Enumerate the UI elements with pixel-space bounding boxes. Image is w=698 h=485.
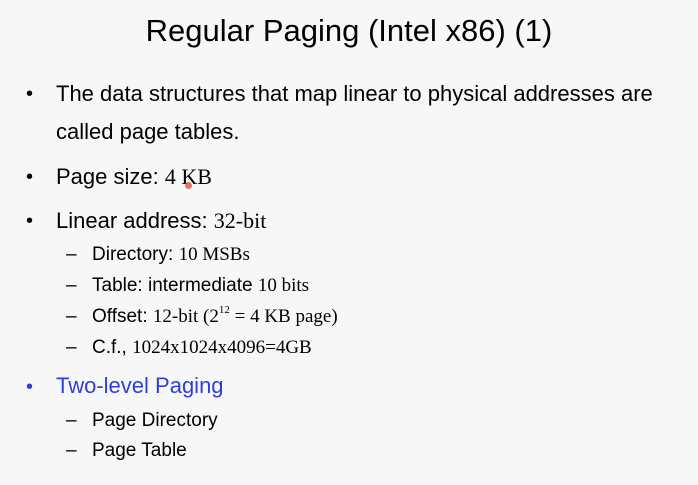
bullet-text: The data structures that map linear to p… bbox=[56, 81, 653, 106]
cursor-pointer bbox=[185, 182, 192, 189]
bullet-label: Page size: bbox=[56, 164, 165, 189]
sub-bullet-label: Offset: bbox=[92, 306, 153, 327]
sub-bullet-value: 1024x1024x4096=4GB bbox=[132, 337, 312, 358]
sub-bullet-cf: C.f., 1024x1024x4096=4GB bbox=[92, 337, 312, 359]
slide: Regular Paging (Intel x86) (1) • The dat… bbox=[0, 0, 698, 485]
sub-bullet-value-post: = 4 KB page) bbox=[229, 306, 338, 327]
bullet-icon: • bbox=[26, 166, 34, 188]
bullet-icon: • bbox=[26, 376, 34, 398]
dash-icon: – bbox=[66, 306, 77, 327]
sub-bullet-value-pre: 12-bit (2 bbox=[152, 306, 219, 327]
dash-icon: – bbox=[66, 244, 77, 265]
sub-bullet-label: Table: intermediate bbox=[92, 275, 258, 296]
sub-bullet-exponent: 12 bbox=[218, 303, 230, 316]
slide-title: Regular Paging (Intel x86) (1) bbox=[145, 13, 553, 48]
sub-bullet-directory: Directory: 10 MSBs bbox=[92, 244, 250, 266]
dash-icon: – bbox=[66, 440, 77, 461]
sub-bullet-page-table: Page Table bbox=[92, 440, 187, 461]
bullet-icon: • bbox=[26, 83, 34, 105]
sub-bullet-value: 10 bits bbox=[257, 275, 310, 296]
bullet-linear-address: Linear address: 32-bit bbox=[56, 208, 266, 234]
bullet-label: Linear address: bbox=[56, 208, 214, 233]
bullet-text-continued: called page tables. bbox=[56, 119, 240, 144]
bullet-icon: • bbox=[26, 210, 34, 232]
sub-bullet-label: C.f., bbox=[92, 337, 133, 358]
dash-icon: – bbox=[66, 337, 77, 358]
sub-bullet-value: 10 MSBs bbox=[178, 244, 250, 265]
sub-bullet-offset: Offset: 12-bit (212 = 4 KB page) bbox=[92, 303, 338, 328]
sub-bullet-page-directory: Page Directory bbox=[92, 410, 218, 431]
sub-bullet-table: Table: intermediate 10 bits bbox=[92, 275, 309, 297]
dash-icon: – bbox=[66, 275, 77, 296]
bullet-value: 32-bit bbox=[213, 208, 267, 233]
sub-bullet-label: Directory: bbox=[92, 244, 179, 265]
bullet-two-level-paging: Two-level Paging bbox=[56, 373, 224, 398]
dash-icon: – bbox=[66, 410, 77, 431]
